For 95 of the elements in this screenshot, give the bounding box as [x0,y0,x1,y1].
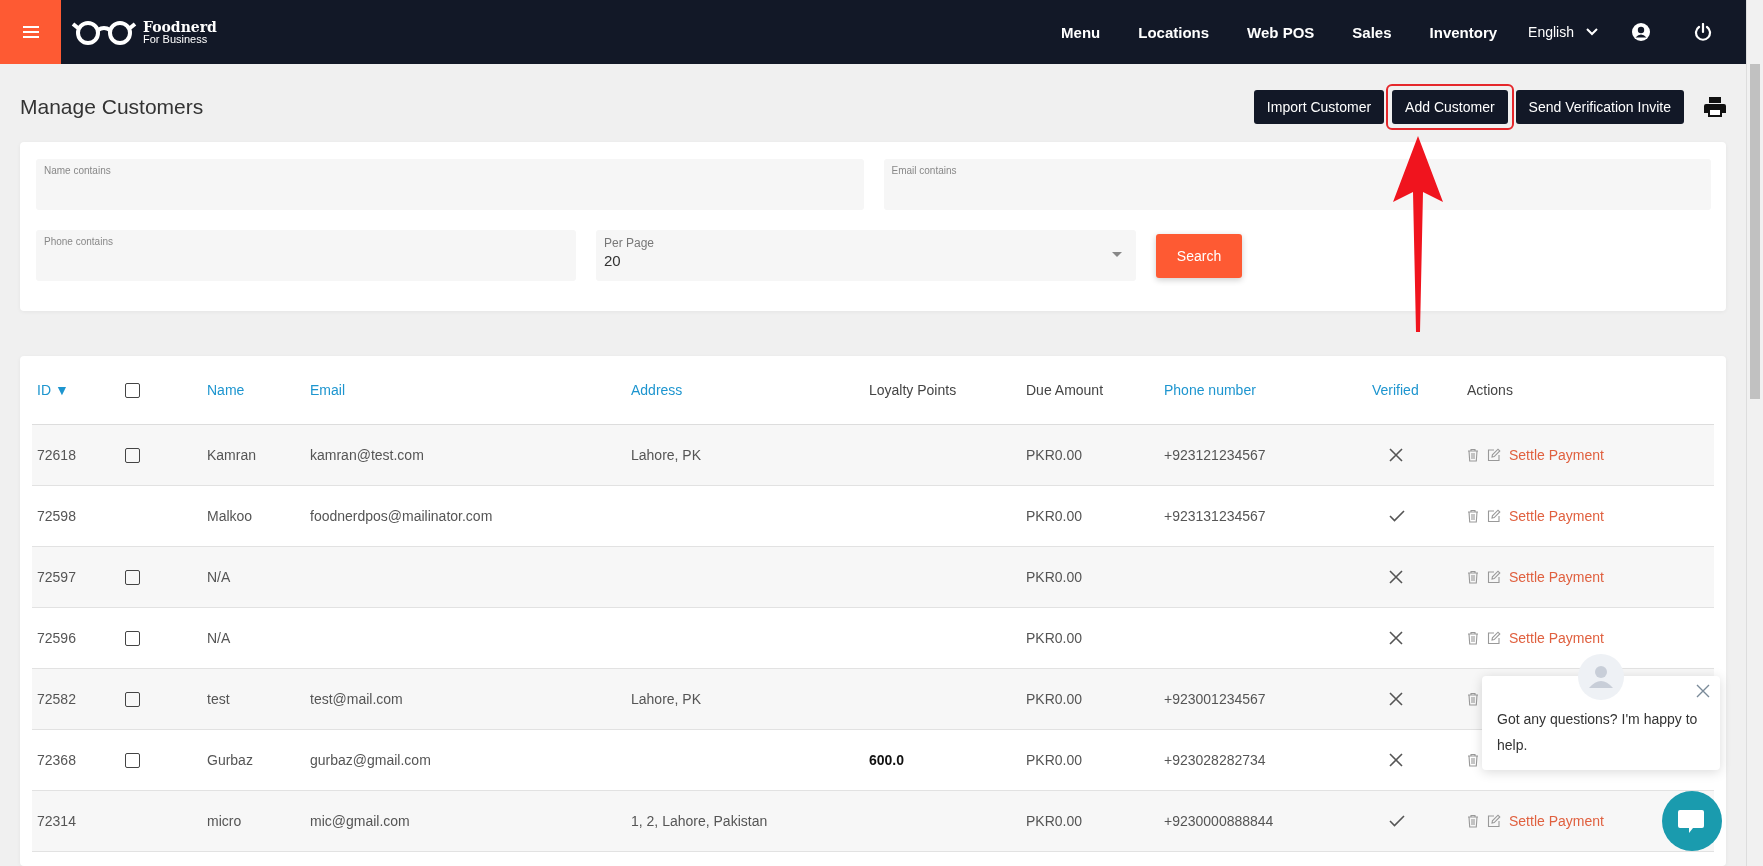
table-cell: 600.0 [869,752,905,768]
table-cell: PKR0.00 [1026,447,1083,463]
menu-icon[interactable] [22,26,39,38]
edit-icon[interactable] [1487,814,1501,828]
table-cell: 72314 [37,813,76,829]
settle-payment-link[interactable]: Settle Payment [1509,813,1604,829]
table-cell: kamran@test.com [310,447,424,463]
print-icon[interactable] [1704,96,1726,118]
column-header: Actions [1467,382,1513,398]
settle-payment-link[interactable]: Settle Payment [1509,630,1604,646]
checkbox[interactable] [125,691,140,707]
table-cell: Kamran [207,447,257,463]
trash-icon[interactable] [1467,753,1479,767]
chevron-down-icon[interactable] [1586,28,1598,36]
close-button[interactable] [1696,684,1710,698]
action-button[interactable]: Add Customer [1392,90,1508,124]
checkbox[interactable] [125,630,140,646]
table-cell: Gurbaz [207,752,253,768]
column-header[interactable]: ID ▼ [37,382,69,398]
table-cell: PKR0.00 [1026,508,1083,524]
checkbox[interactable] [125,569,140,585]
settle-payment-link[interactable]: Settle Payment [1509,569,1604,585]
trash-icon[interactable] [1467,631,1479,645]
edit-icon[interactable] [1487,509,1501,523]
trash-icon[interactable] [1467,509,1479,523]
table-cell: 72597 [37,569,76,585]
language-dropdown[interactable]: English [1516,24,1610,40]
table-cell: 72598 [37,508,76,524]
chat-message: Got any questions? I'm happy to help. [1497,710,1699,755]
table-cell: PKR0.00 [1026,569,1083,585]
checkbox[interactable] [125,752,140,768]
table-cell: test@mail.com [310,691,403,707]
edit-icon[interactable] [1487,448,1501,462]
table-cell: N/A [207,569,231,585]
table-cell: mic@gmail.com [310,813,410,829]
table-cell: 72596 [37,630,76,646]
table-cell: Malkoo [207,508,253,524]
table-cell: +923001234567 [1164,691,1266,707]
glasses-logo-icon [71,18,137,46]
page-title: Manage Customers [20,95,204,119]
nav-link[interactable]: Sales [1333,23,1411,41]
caret-icon[interactable] [1112,252,1122,257]
nav-link[interactable]: Web POS [1228,23,1334,41]
table-cell: PKR0.00 [1026,630,1083,646]
table-cell: PKR0.00 [1026,691,1083,707]
settle-payment-link[interactable]: Settle Payment [1509,447,1604,463]
brand-tagline: For Business [143,33,209,45]
checkbox[interactable] [125,447,140,463]
phone-field[interactable]: Phone contains [36,230,576,281]
edit-icon[interactable] [1487,631,1501,645]
column-header[interactable]: Name [207,382,245,398]
email-field[interactable]: Email contains [883,159,1711,210]
table-cell: micro [207,813,242,829]
table-cell: gurbaz@gmail.com [310,752,431,768]
trash-icon[interactable] [1467,692,1479,706]
checkbox[interactable] [125,382,140,398]
edit-icon[interactable] [1487,570,1501,584]
column-header[interactable]: Address [631,382,683,398]
trash-icon[interactable] [1467,448,1479,462]
table-cell: 72368 [37,752,76,768]
table-cell: +923121234567 [1164,447,1266,463]
column-header: Due Amount [1026,382,1104,398]
column-header[interactable]: Phone number [1164,382,1256,398]
menu-button[interactable] [0,0,61,64]
nav-link[interactable]: Locations [1119,23,1229,41]
table-cell: +923131234567 [1164,508,1266,524]
table-cell: PKR0.00 [1026,752,1083,768]
user-icon[interactable] [1632,23,1650,41]
action-button[interactable]: Import Customer [1253,90,1385,124]
table-cell: PKR0.00 [1026,813,1083,829]
brand-name: Foodnerd [143,19,217,34]
name-field[interactable]: Name contains [36,159,864,210]
per-page-select[interactable]: Per Page 20 [596,230,1136,281]
search-button[interactable]: Search [1156,233,1242,278]
table-cell: 72618 [37,447,76,463]
column-header[interactable]: Email [310,382,345,398]
table-cell: 72582 [37,691,76,707]
settle-payment-link[interactable]: Settle Payment [1509,508,1604,524]
column-header[interactable]: Verified [1372,382,1419,398]
table-cell: Lahore, PK [631,691,702,707]
scrollbar[interactable] [1746,0,1763,866]
table-cell: N/A [207,630,231,646]
action-button[interactable]: Send Verification Invite [1515,90,1684,124]
power-icon[interactable] [1694,23,1712,41]
table-cell: +923028282734 [1164,752,1266,768]
table-cell: 1, 2, Lahore, Pakistan [631,813,768,829]
column-header: Loyalty Points [869,382,957,398]
table-cell: Lahore, PK [631,447,702,463]
nav-link[interactable]: Inventory [1410,23,1517,41]
trash-icon[interactable] [1467,814,1479,828]
table-cell: foodnerdpos@mailinator.com [310,508,493,524]
nav-link[interactable]: Menu [1042,23,1120,41]
trash-icon[interactable] [1467,570,1479,584]
table-cell: +9230000888844 [1164,813,1274,829]
table-cell: test [207,691,230,707]
